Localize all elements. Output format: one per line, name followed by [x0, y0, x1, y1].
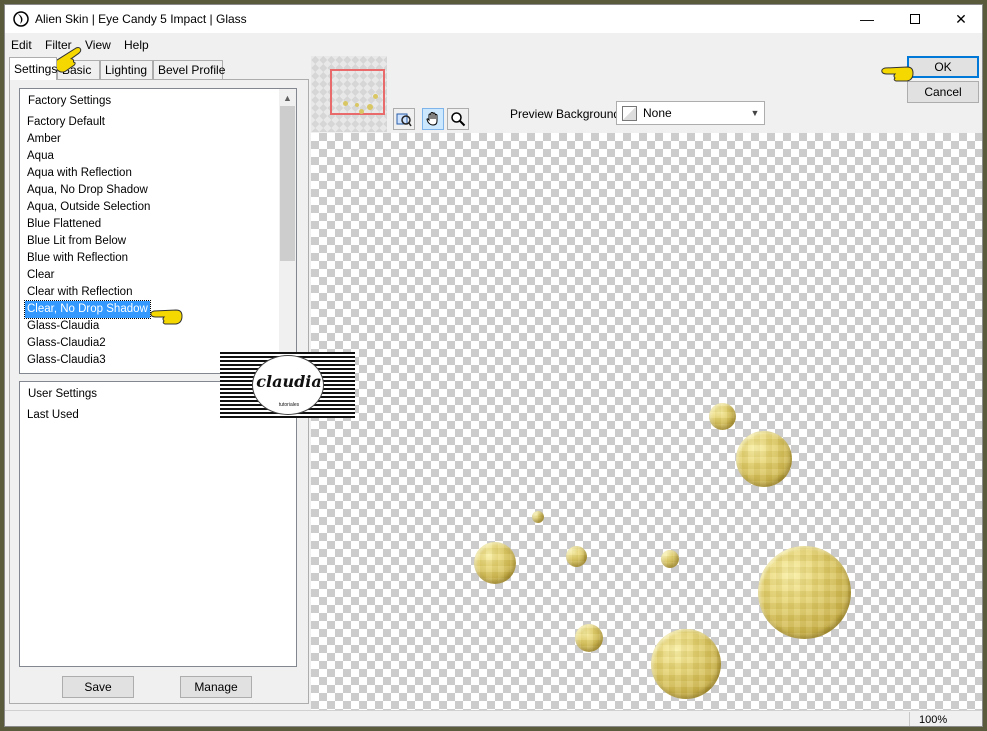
glass-bubble — [566, 546, 587, 567]
list-item[interactable]: Aqua, No Drop Shadow — [25, 182, 150, 199]
factory-settings-list[interactable]: Factory Settings Factory Default Amber A… — [19, 88, 297, 374]
ok-button[interactable]: OK — [907, 56, 979, 78]
watermark-logo: claudia tutoriales — [220, 352, 355, 418]
navigator-thumbnail[interactable] — [311, 56, 387, 132]
logo-subtext: tutoriales — [278, 402, 300, 408]
preview-background-value: None — [643, 106, 672, 120]
list-item[interactable]: Aqua, Outside Selection — [25, 199, 152, 216]
menu-edit[interactable]: Edit — [11, 38, 32, 52]
zoom-level: 100% — [919, 714, 948, 726]
tab-bevel-profile[interactable]: Bevel Profile — [153, 60, 225, 79]
list-item[interactable]: Clear — [25, 267, 56, 284]
list-item[interactable]: Blue with Reflection — [25, 250, 130, 267]
title-bar: Alien Skin | Eye Candy 5 Impact | Glass … — [5, 5, 982, 33]
pointing-hand-icon — [881, 66, 914, 82]
list-item[interactable]: Glass-Claudia2 — [25, 335, 108, 352]
glass-bubble — [709, 403, 736, 430]
window-title: Alien Skin | Eye Candy 5 Impact | Glass — [35, 12, 247, 26]
manage-button[interactable]: Manage — [180, 676, 252, 698]
hand-tool-button[interactable] — [422, 108, 444, 130]
list-item[interactable]: Glass-Claudia3 — [25, 352, 108, 369]
minimize-button[interactable]: — — [844, 5, 890, 33]
status-bar: 100% — [5, 710, 982, 726]
scroll-thumb[interactable] — [280, 106, 295, 261]
menu-bar: Edit Filter View Help — [5, 35, 305, 55]
app-icon — [13, 11, 29, 27]
navigator-view-rect[interactable] — [330, 69, 385, 115]
list-item[interactable]: Factory Default — [25, 114, 107, 131]
preview-background-label: Preview Background: — [510, 107, 624, 121]
menu-help[interactable]: Help — [124, 38, 149, 52]
hand-tool-icon — [426, 111, 438, 126]
list-item[interactable]: Aqua with Reflection — [25, 165, 134, 182]
user-settings-header: User Settings — [28, 388, 98, 400]
list-item[interactable]: Blue Lit from Below — [25, 233, 128, 250]
list-item-selected[interactable]: Clear, No Drop Shadow — [24, 300, 151, 319]
list-item[interactable]: Last Used — [25, 407, 81, 424]
logo-text: claudia — [256, 372, 322, 391]
save-button[interactable]: Save — [62, 676, 134, 698]
factory-list-scrollbar[interactable]: ▲ — [279, 89, 296, 373]
close-button[interactable]: ✕ — [938, 5, 982, 33]
maximize-icon — [910, 14, 920, 24]
maximize-button[interactable] — [892, 5, 938, 33]
chevron-down-icon[interactable]: ▼ — [746, 102, 764, 124]
eye-candy-window: Alien Skin | Eye Candy 5 Impact | Glass … — [4, 4, 983, 727]
tab-settings[interactable]: Settings — [9, 57, 57, 80]
cancel-button[interactable]: Cancel — [907, 81, 979, 103]
menu-view[interactable]: View — [85, 38, 111, 52]
glass-bubble — [661, 550, 679, 568]
scroll-up-arrow-icon[interactable]: ▲ — [279, 89, 296, 106]
glass-bubble — [532, 511, 544, 523]
user-settings-list[interactable]: User Settings Last Used — [19, 381, 297, 667]
list-item[interactable]: Blue Flattened — [25, 216, 103, 233]
minimize-icon: — — [860, 11, 874, 27]
navigator-button[interactable] — [393, 108, 415, 130]
preview-canvas[interactable] — [311, 133, 982, 713]
background-swatch — [622, 106, 637, 121]
navigator-icon — [396, 113, 412, 127]
preview-background-select[interactable]: None ▼ — [616, 101, 765, 125]
glass-bubble — [575, 624, 603, 652]
factory-settings-header: Factory Settings — [28, 95, 112, 107]
list-item[interactable]: Aqua — [25, 148, 56, 165]
close-icon: ✕ — [955, 10, 967, 27]
list-item[interactable]: Amber — [25, 131, 63, 148]
zoom-tool-icon — [451, 112, 466, 127]
zoom-tool-button[interactable] — [447, 108, 469, 130]
pointing-hand-icon — [150, 309, 183, 325]
list-item[interactable]: Clear with Reflection — [25, 284, 134, 301]
glass-bubble — [474, 542, 516, 584]
status-separator — [909, 712, 910, 726]
glass-bubble — [736, 431, 792, 487]
tab-lighting[interactable]: Lighting — [100, 60, 153, 79]
glass-bubble — [758, 546, 851, 639]
glass-bubble — [651, 629, 721, 699]
list-item[interactable]: Glass-Claudia — [25, 318, 101, 335]
